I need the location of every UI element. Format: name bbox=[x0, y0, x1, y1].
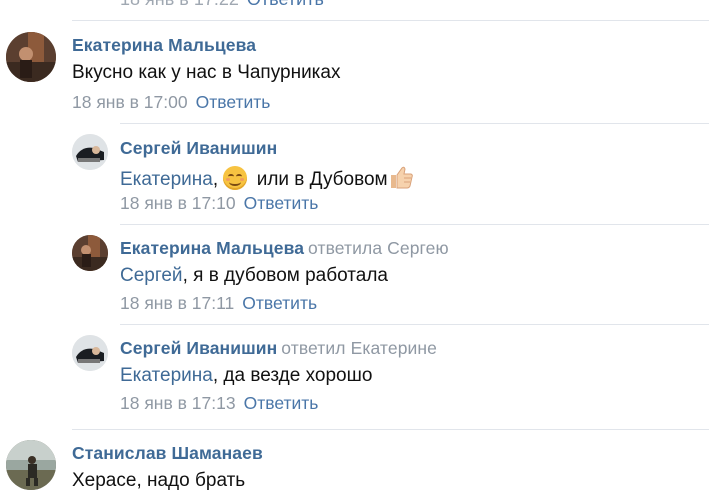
avatar[interactable] bbox=[72, 134, 108, 170]
comment-time: 18 янв в 17:22 bbox=[120, 0, 239, 9]
comment-time: 18 янв в 17:11 bbox=[120, 293, 235, 313]
comment-text: Вкусно как у нас в Чапурниках bbox=[72, 62, 341, 83]
comment-text: Херасе, надо брать bbox=[72, 470, 246, 491]
reply-link[interactable]: Ответить bbox=[247, 0, 324, 9]
reply-link[interactable]: Ответить bbox=[196, 92, 271, 112]
avatar[interactable] bbox=[72, 335, 108, 371]
comment-author: Екатерина Мальцева ответила Сергею bbox=[120, 238, 449, 259]
mention-link[interactable]: Сергей bbox=[120, 265, 183, 286]
comment-meta: 18 янв в 17:10 Ответить bbox=[120, 193, 318, 214]
comment-meta: 18 янв в 17:13 Ответить bbox=[120, 393, 318, 414]
divider bbox=[120, 324, 709, 325]
text-fragment: , да везде хорошо bbox=[212, 365, 373, 386]
avatar[interactable] bbox=[72, 235, 108, 271]
comment-author[interactable]: Станислав Шаманаев bbox=[72, 443, 263, 464]
avatar[interactable] bbox=[6, 32, 56, 82]
previous-comment-meta: 18 янв в 17:22 Ответить bbox=[120, 0, 324, 9]
mention-link[interactable]: Екатерина bbox=[120, 169, 213, 190]
comment-meta: 18 янв в 17:00 Ответить bbox=[72, 92, 270, 113]
author-name[interactable]: Сергей Иванишин bbox=[120, 338, 277, 358]
divider bbox=[120, 224, 709, 225]
text-fragment: , я в дубовом работала bbox=[182, 265, 388, 286]
divider bbox=[72, 20, 709, 21]
comment-author[interactable]: Екатерина Мальцева bbox=[72, 35, 256, 56]
comment-text: Сергей, я в дубовом работала bbox=[120, 265, 388, 287]
mention-link[interactable]: Екатерина bbox=[120, 365, 213, 386]
text-fragment: или в Дубовом bbox=[251, 169, 388, 190]
comment-text: Екатерина, или в Дубовом bbox=[120, 165, 414, 191]
comment-text: Екатерина, да везде хорошо bbox=[120, 365, 372, 387]
comment-meta: 18 янв в 17:11 Ответить bbox=[120, 293, 317, 314]
replied-to[interactable]: ответил Екатерине bbox=[281, 338, 437, 358]
comment-author: Сергей Иванишин ответил Екатерине bbox=[120, 338, 437, 359]
comment-time: 18 янв в 17:13 bbox=[120, 393, 236, 413]
reply-link[interactable]: Ответить bbox=[244, 393, 319, 413]
replied-to[interactable]: ответила Сергею bbox=[308, 238, 449, 258]
comment-time: 18 янв в 17:10 bbox=[120, 193, 236, 213]
divider bbox=[72, 429, 709, 430]
author-name[interactable]: Екатерина Мальцева bbox=[120, 238, 304, 258]
comment-time: 18 янв в 17:00 bbox=[72, 92, 188, 112]
smiling-face-icon bbox=[223, 166, 248, 190]
thumbs-up-icon bbox=[390, 166, 413, 189]
reply-link[interactable]: Ответить bbox=[242, 293, 317, 313]
comment-author[interactable]: Сергей Иванишин bbox=[120, 138, 277, 159]
reply-link[interactable]: Ответить bbox=[244, 193, 319, 213]
text-fragment: , bbox=[212, 169, 219, 190]
avatar[interactable] bbox=[6, 440, 56, 490]
divider bbox=[120, 123, 709, 124]
